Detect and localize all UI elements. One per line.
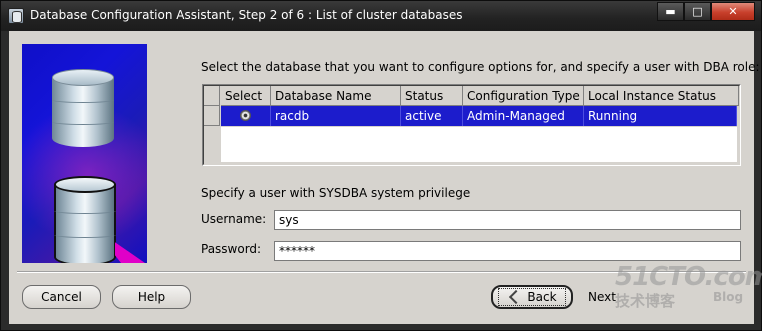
maximize-button[interactable]: □ — [684, 2, 711, 21]
back-button-label: Back — [527, 290, 557, 304]
back-button[interactable]: Back — [491, 285, 573, 309]
cell-local-instance-status[interactable]: Running — [584, 106, 737, 126]
database-radio-button[interactable] — [240, 110, 251, 121]
column-header-local-instance-status[interactable]: Local Instance Status — [584, 86, 739, 106]
selected-database-cylinder-icon — [54, 176, 116, 263]
cluster-database-table: Select Database Name Status Configuratio… — [202, 84, 741, 166]
app-icon — [8, 8, 24, 24]
dialog-body: Select the database that you want to con… — [9, 31, 760, 324]
username-input[interactable] — [274, 210, 741, 230]
column-header-configuration-type[interactable]: Configuration Type — [463, 86, 584, 106]
window-controls: ▬ □ ✕ — [657, 2, 755, 21]
database-cylinder-icon — [52, 69, 114, 147]
next-button[interactable]: Next — [581, 285, 641, 309]
window-title: Database Configuration Assistant, Step 2… — [30, 8, 463, 22]
chevron-left-icon — [509, 289, 524, 305]
pointer-arrow-icon — [115, 242, 145, 263]
password-input[interactable] — [274, 241, 741, 261]
close-button[interactable]: ✕ — [711, 2, 755, 21]
minimize-button[interactable]: ▬ — [657, 2, 684, 21]
row-header[interactable] — [204, 106, 220, 126]
table-empty-area — [221, 127, 737, 162]
cancel-button[interactable]: Cancel — [22, 285, 101, 309]
cell-database-name[interactable]: racdb — [271, 106, 401, 126]
table-corner — [204, 86, 220, 106]
sysdba-label: Specify a user with SYSDBA system privil… — [201, 186, 471, 200]
dbca-window: Database Configuration Assistant, Step 2… — [0, 0, 762, 331]
cell-configuration-type[interactable]: Admin-Managed — [463, 106, 584, 126]
password-label: Password: — [201, 242, 262, 256]
cell-status[interactable]: active — [401, 106, 463, 126]
instruction-text: Select the database that you want to con… — [201, 60, 760, 74]
title-bar[interactable]: Database Configuration Assistant, Step 2… — [1, 1, 761, 31]
help-button[interactable]: Help — [112, 285, 191, 309]
footer-separator — [17, 271, 746, 273]
database-illustration — [22, 44, 147, 263]
column-header-select[interactable]: Select — [221, 86, 271, 106]
username-label: Username: — [201, 212, 267, 226]
column-header-database-name[interactable]: Database Name — [271, 86, 401, 106]
column-header-status[interactable]: Status — [401, 86, 463, 106]
